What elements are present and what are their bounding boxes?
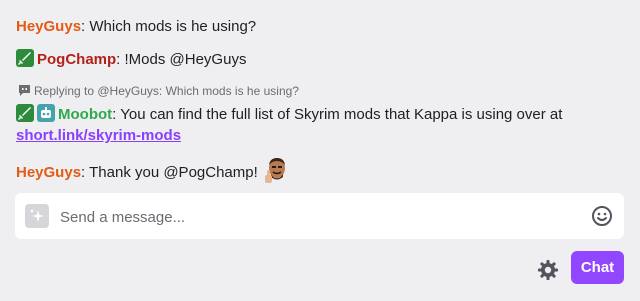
message-text: Thank you @PogChamp! [89, 164, 258, 181]
chat-input-container [15, 193, 624, 239]
chat-message: HeyGuys: Which mods is he using? [16, 17, 256, 36]
separator: : [116, 51, 125, 68]
chat-send-button[interactable]: Chat [571, 251, 624, 284]
sparkle-icon[interactable] [25, 204, 49, 228]
chat-message-continuation: short.link/skyrim-mods [16, 126, 181, 145]
message-link[interactable]: short.link/skyrim-mods [16, 127, 181, 144]
sword-icon[interactable] [16, 49, 34, 67]
reply-bubble-icon [18, 84, 31, 100]
reply-text: Replying to @HeyGuys: Which mods is he u… [34, 84, 299, 98]
message-text: You can find the full list of Skyrim mod… [120, 106, 563, 123]
chat-message: Moobot: You can find the full list of Sk… [16, 104, 562, 124]
username[interactable]: HeyGuys [16, 164, 81, 181]
gear-icon[interactable] [537, 259, 559, 286]
separator: : [112, 106, 121, 123]
emote-picker-icon[interactable] [591, 205, 613, 232]
message-text: !Mods @HeyGuys [124, 51, 247, 68]
username[interactable]: PogChamp [37, 51, 116, 68]
thumbs-up-face-emote[interactable] [264, 157, 288, 185]
message-text: Which mods is he using? [89, 18, 257, 35]
chat-input[interactable] [58, 204, 582, 230]
username[interactable]: HeyGuys [16, 18, 81, 35]
robot-icon[interactable] [37, 104, 55, 122]
chat-message: HeyGuys: Thank you @PogChamp! [16, 157, 288, 185]
sword-icon[interactable] [16, 104, 34, 122]
chat-message: PogChamp: !Mods @HeyGuys [16, 49, 246, 69]
reply-context[interactable]: Replying to @HeyGuys: Which mods is he u… [18, 84, 299, 100]
username[interactable]: Moobot [58, 106, 112, 123]
separator: : [81, 164, 90, 181]
